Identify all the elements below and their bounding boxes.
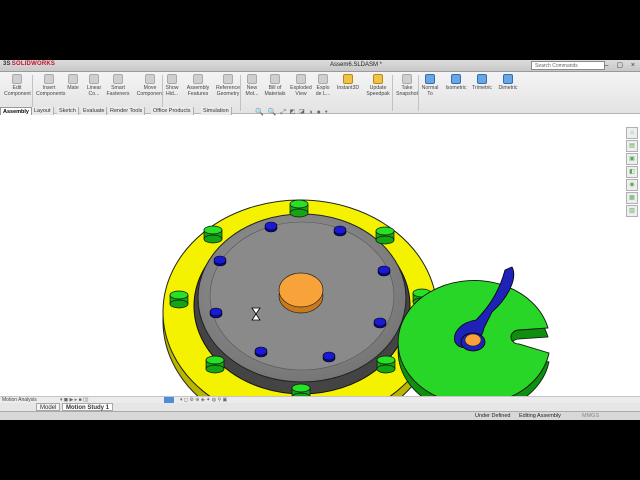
reference-geometry-button[interactable]: Reference Geometry xyxy=(214,74,242,97)
dimetric-icon xyxy=(503,74,513,84)
appearances-icon[interactable]: ◉ xyxy=(626,179,638,191)
graphics-area[interactable] xyxy=(0,116,640,420)
solidworks-logo[interactable]: 3SSOLIDWORKS xyxy=(3,61,55,67)
exploded-view-button[interactable]: Exploded View xyxy=(290,74,312,97)
status-units[interactable]: MMGS xyxy=(582,413,599,419)
command-label: Smart Fasteners xyxy=(106,85,130,97)
show-hidden-button[interactable]: Show Hid... xyxy=(164,74,180,97)
linear-pattern-icon xyxy=(89,74,99,84)
command-label: Explo de L... xyxy=(315,85,331,97)
design-library-icon[interactable]: ▤ xyxy=(626,140,638,152)
command-label: Normal To xyxy=(421,85,439,97)
command-label: Dimetric xyxy=(498,85,518,91)
toolbar-separator xyxy=(240,75,241,111)
toolbar-separator xyxy=(392,75,393,111)
new-motion-study-button[interactable]: New Mot... xyxy=(244,74,260,97)
command-label: Trimetric xyxy=(472,85,492,91)
smart-fasteners-icon xyxy=(113,74,123,84)
search-commands-input[interactable]: Search Commands xyxy=(531,61,605,70)
instant3d-button[interactable]: Instant3D xyxy=(336,74,360,91)
assembly-features-icon xyxy=(193,74,203,84)
toolbar-separator xyxy=(32,75,33,111)
new-motion-study-icon xyxy=(247,74,257,84)
status-definition: Under Defined xyxy=(475,413,511,419)
move-component-button[interactable]: Move Component xyxy=(136,74,164,97)
status-bar: Under Defined Editing Assembly MMGS xyxy=(0,411,640,420)
bottom-tabs: Model Motion Study 1 xyxy=(0,403,640,411)
explode-line-icon xyxy=(318,74,328,84)
exploded-view-icon xyxy=(296,74,306,84)
tab-layout[interactable]: Layout xyxy=(32,107,54,115)
tab-assembly[interactable]: Assembly xyxy=(0,107,32,115)
tab-office-products[interactable]: Office Products xyxy=(151,107,194,115)
bill-of-materials-icon xyxy=(270,74,280,84)
move-component-icon xyxy=(145,74,155,84)
insert-components-button[interactable]: Insert Components xyxy=(36,74,66,97)
update-speedpak-button[interactable]: Update Speedpak xyxy=(366,74,390,97)
reference-geometry-icon xyxy=(223,74,233,84)
normal-to-button[interactable]: Normal To xyxy=(420,74,440,97)
command-label: Bill of Materials xyxy=(264,85,286,97)
edit-component-icon xyxy=(12,74,22,84)
trimetric-button[interactable]: Trimetric xyxy=(470,74,494,91)
update-speedpak-icon xyxy=(373,74,383,84)
command-label: Assembly Features xyxy=(186,85,210,97)
bill-of-materials-button[interactable]: Bill of Materials xyxy=(264,74,286,97)
toolbar-separator xyxy=(418,75,419,111)
command-label: Update Speedpak xyxy=(366,85,390,97)
toolbar-separator xyxy=(162,75,163,111)
insert-components-icon xyxy=(44,74,54,84)
command-label: Move Component xyxy=(136,85,164,97)
solidworks-resources-icon[interactable]: ⌂ xyxy=(626,127,638,139)
bottom-tab-motion-study-1[interactable]: Motion Study 1 xyxy=(62,403,113,411)
crank-pin xyxy=(464,333,482,347)
status-editing: Editing Assembly xyxy=(519,413,561,419)
smart-fasteners-button[interactable]: Smart Fasteners xyxy=(106,74,130,97)
title-bar: 3SSOLIDWORKS Assem6.SLDASM * Search Comm… xyxy=(0,60,640,72)
command-label: Mate xyxy=(67,85,79,91)
forum-icon[interactable]: ▥ xyxy=(626,205,638,217)
command-label: New Mot... xyxy=(245,85,259,97)
command-label: Take Snapshot xyxy=(396,85,418,97)
take-snapshot-button[interactable]: Take Snapshot xyxy=(395,74,419,97)
document-title: Assem6.SLDASM * xyxy=(330,62,383,68)
tab-evaluate[interactable]: Evaluate xyxy=(81,107,108,115)
view-palette-icon[interactable]: ◧ xyxy=(626,166,638,178)
window-controls[interactable]: – ▢ × xyxy=(605,61,638,69)
command-label: Instant3D xyxy=(336,85,360,91)
assembly-features-button[interactable]: Assembly Features xyxy=(186,74,210,97)
geneva-mechanism-model[interactable] xyxy=(0,116,640,420)
isometric-button[interactable]: Isometric xyxy=(444,74,468,91)
orange-hub xyxy=(278,272,324,308)
file-explorer-icon[interactable]: ▣ xyxy=(626,153,638,165)
dimetric-button[interactable]: Dimetric xyxy=(496,74,520,91)
solidworks-window: 3SSOLIDWORKS Assem6.SLDASM * Search Comm… xyxy=(0,60,640,420)
linear-pattern-button[interactable]: Linear Co... xyxy=(86,74,102,97)
command-label: Show Hid... xyxy=(165,85,179,97)
task-pane: ⌂ ▤ ▣ ◧ ◉ ▦ ▥ xyxy=(626,127,639,218)
command-label: Edit Component xyxy=(4,85,31,97)
bottom-tab-model[interactable]: Model xyxy=(36,403,61,411)
command-label: Linear Co... xyxy=(86,85,102,97)
edit-component-button[interactable]: Edit Component xyxy=(4,74,31,97)
take-snapshot-icon xyxy=(402,74,412,84)
show-hidden-icon xyxy=(167,74,177,84)
normal-to-icon xyxy=(425,74,435,84)
tab-simulation[interactable]: Simulation xyxy=(201,107,232,115)
trimetric-icon xyxy=(477,74,487,84)
tab-sketch[interactable]: Sketch xyxy=(57,107,79,115)
custom-properties-icon[interactable]: ▦ xyxy=(626,192,638,204)
mate-icon xyxy=(68,74,78,84)
command-label: Reference Geometry xyxy=(216,85,240,97)
mate-button[interactable]: Mate xyxy=(66,74,80,91)
command-label: Exploded View xyxy=(290,85,312,97)
explode-line-button[interactable]: Explo de L... xyxy=(314,74,332,97)
tab-render-tools[interactable]: Render Tools xyxy=(108,107,146,115)
instant3d-icon xyxy=(343,74,353,84)
command-label: Insert Components xyxy=(36,85,66,97)
command-label: Isometric xyxy=(445,85,467,91)
isometric-icon xyxy=(451,74,461,84)
